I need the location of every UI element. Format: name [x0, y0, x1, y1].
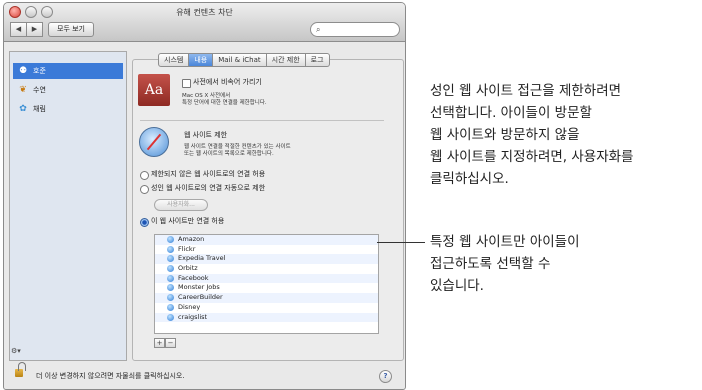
title-bar: 유해 컨텐츠 차단 ◀ ▶ 모두 보기 ⌕ — [4, 3, 405, 42]
website-desc-line2: 또는 웹 사이트의 목록으로 제한합니다. — [184, 151, 274, 157]
globe-icon — [167, 245, 174, 253]
site-name: Flickr — [178, 244, 196, 253]
show-all-button[interactable]: 모두 보기 — [48, 22, 94, 37]
list-item[interactable]: Expedia Travel — [155, 254, 378, 265]
globe-icon — [167, 274, 174, 282]
window-title: 유해 컨텐츠 차단 — [176, 8, 233, 17]
account-list: ⚉ 호준 ❦ 수연 ✿ 채림 — [9, 51, 127, 361]
site-name: Expedia Travel — [178, 254, 226, 263]
globe-icon — [167, 255, 174, 263]
lock-icon[interactable] — [15, 362, 26, 377]
globe-icon — [167, 313, 174, 321]
tab-content[interactable]: 내용 — [189, 53, 214, 67]
bottom-bar: 더 이상 변경하지 않으려면 자물쇠를 클릭하십시오. ? — [4, 361, 405, 389]
user-icon: ⚉ — [18, 66, 28, 76]
globe-icon — [167, 236, 174, 243]
dictionary-desc-line2: 특정 단어에 대한 연결을 제한합니다. — [182, 100, 267, 106]
site-name: Facebook — [178, 273, 209, 282]
forward-button[interactable]: ▶ — [27, 22, 43, 37]
callout-line: 클릭하십시오. — [430, 171, 509, 187]
account-label: 호준 — [33, 67, 46, 75]
callout-line: 성인 웹 사이트 접근을 제한하려면 — [430, 83, 622, 99]
search-field[interactable]: ⌕ — [310, 22, 400, 37]
hide-profanity-checkbox[interactable] — [182, 79, 191, 88]
back-button[interactable]: ◀ — [10, 22, 27, 37]
lock-message: 더 이상 변경하지 않으려면 자물쇠를 클릭하십시오. — [36, 372, 185, 380]
dictionary-desc-line1: Mac OS X 사전에서 — [182, 93, 231, 99]
site-name: Orbitz — [178, 264, 198, 273]
list-item[interactable]: craigslist — [155, 312, 378, 323]
search-icon: ⌕ — [316, 25, 321, 34]
flower-icon: ✿ — [19, 104, 27, 114]
callout-line: 웹 사이트와 방문하지 않을 — [430, 127, 580, 143]
divider — [140, 120, 384, 121]
list-item[interactable]: Facebook — [155, 273, 378, 284]
nav-buttons: ◀ ▶ — [10, 22, 43, 37]
limit-adult-label: 성인 웹 사이트로의 연결 자동으로 제한 — [151, 184, 266, 192]
list-item[interactable]: Monster Jobs — [155, 283, 378, 293]
callout-leader-line — [377, 242, 425, 243]
callout-line: 선택합니다. 아이들이 방문할 — [430, 105, 592, 121]
account-item-suyeon[interactable]: ❦ 수연 — [13, 82, 123, 98]
back-arrow-icon: ◀ — [15, 25, 22, 33]
account-label: 수연 — [33, 86, 46, 94]
callout-customize: 성인 웹 사이트 접근을 제한하려면 선택합니다. 아이들이 방문할 웹 사이트… — [430, 80, 633, 190]
limit-adult-radio[interactable] — [140, 185, 149, 194]
tab-time-limits[interactable]: 시간 제한 — [266, 53, 306, 67]
site-name: Monster Jobs — [178, 283, 220, 292]
account-label: 채림 — [33, 105, 46, 113]
tab-system[interactable]: 시스템 — [158, 53, 190, 67]
forward-arrow-icon: ▶ — [31, 25, 38, 33]
list-item[interactable]: Orbitz — [155, 264, 378, 274]
site-name: Disney — [178, 302, 201, 311]
preferences-window: 유해 컨텐츠 차단 ◀ ▶ 모두 보기 ⌕ ⚉ 호준 ❦ 수연 ✿ 채림 ⚙▾ 시스템… — [3, 2, 406, 390]
tab-bar: 시스템 내용 Mail & iChat 시간 제한 로그 — [158, 53, 330, 67]
customize-button[interactable]: 사용자화... — [154, 199, 208, 211]
globe-icon — [167, 294, 174, 302]
callout-line: 특정 웹 사이트만 아이들이 — [430, 234, 580, 250]
help-button[interactable]: ? — [379, 370, 392, 383]
globe-icon — [167, 265, 174, 273]
allow-only-these-label: 이 웹 사이트만 연결 허용 — [151, 217, 225, 225]
safari-compass-icon — [139, 127, 169, 157]
dictionary-icon: Aa — [138, 74, 170, 106]
site-name: Amazon — [178, 235, 205, 243]
globe-icon — [167, 303, 174, 311]
butterfly-icon: ❦ — [19, 85, 27, 95]
website-restrictions-title: 웹 사이트 제한 — [184, 131, 228, 139]
website-desc-line1: 웹 사이트 연결을 적절한 컨텐츠가 있는 사이트 — [184, 144, 291, 150]
callout-allowed-sites: 특정 웹 사이트만 아이들이 접근하도록 선택할 수 있습니다. — [430, 231, 580, 297]
tab-mail-ichat[interactable]: Mail & iChat — [213, 53, 267, 67]
add-site-button[interactable]: + — [154, 338, 165, 348]
action-menu-button[interactable]: ⚙▾ — [11, 345, 31, 357]
allowed-sites-list[interactable]: Amazon Flickr Expedia Travel Orbitz Face… — [154, 234, 379, 334]
callout-line: 접근하도록 선택할 수 — [430, 256, 551, 272]
account-item-chaerim[interactable]: ✿ 채림 — [13, 101, 123, 117]
allow-unrestricted-radio[interactable] — [140, 171, 149, 180]
hide-profanity-label: 사전에서 비속어 가리기 — [193, 78, 262, 86]
globe-icon — [167, 284, 174, 292]
list-item[interactable]: Disney — [155, 303, 378, 313]
account-item-hojun[interactable]: ⚉ 호준 — [13, 63, 123, 79]
allow-only-these-radio[interactable] — [140, 218, 149, 227]
tab-logs[interactable]: 로그 — [305, 53, 330, 67]
list-item[interactable]: Flickr — [155, 245, 378, 255]
site-name: CareerBuilder — [178, 293, 223, 302]
allow-unrestricted-label: 제한되지 않은 웹 사이트로의 연결 허용 — [151, 170, 266, 178]
list-item[interactable]: Amazon — [155, 235, 378, 245]
site-name: craigslist — [178, 312, 208, 321]
list-item[interactable]: CareerBuilder — [155, 293, 378, 303]
callout-line: 웹 사이트를 지정하려면, 사용자화를 — [430, 149, 634, 165]
callout-line: 있습니다. — [430, 278, 484, 294]
remove-site-button[interactable]: − — [165, 338, 176, 348]
